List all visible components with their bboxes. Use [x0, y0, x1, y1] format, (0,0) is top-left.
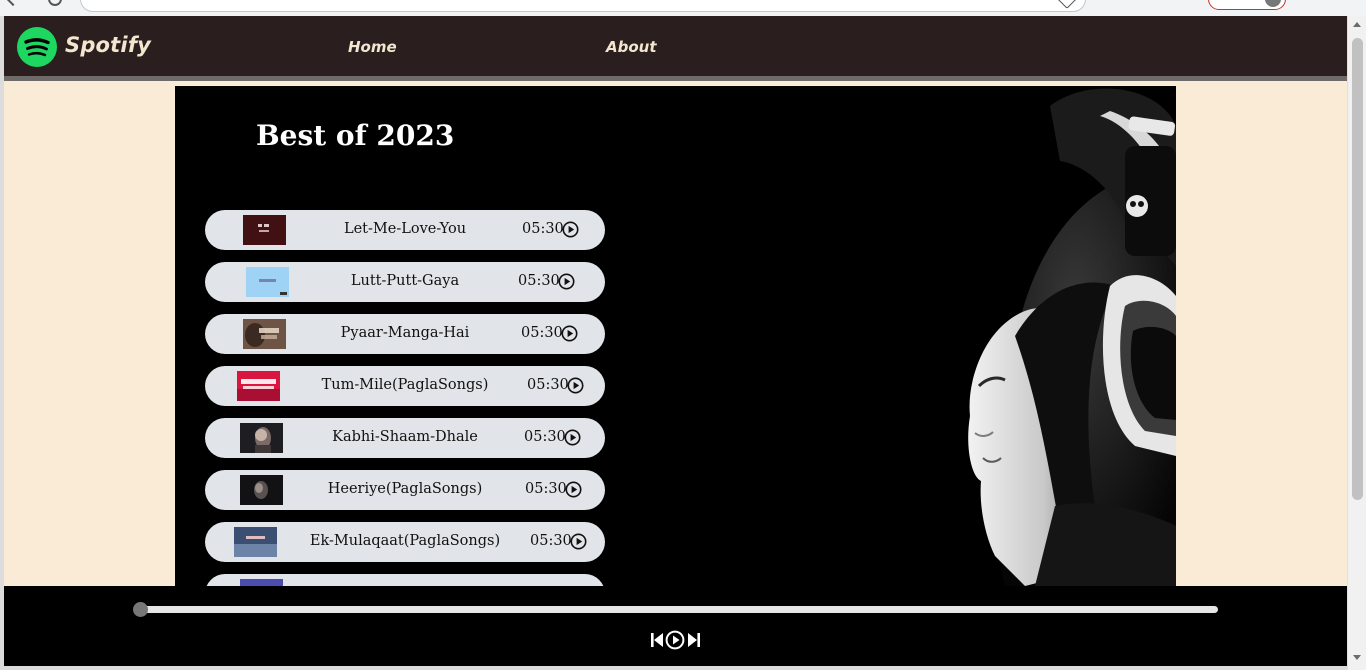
song-duration: 05:30	[530, 533, 572, 549]
song-duration: 05:30	[521, 325, 563, 341]
page-viewport: Spotify Home About Best of 2023 Let-Me-L…	[4, 16, 1347, 666]
song-list: Let-Me-Love-You 05:30 Lutt-Putt-Gaya 05:…	[205, 210, 605, 586]
play-circle-icon[interactable]	[562, 221, 579, 238]
scroll-up-arrow-icon[interactable]	[1353, 22, 1361, 27]
song-item[interactable]: Lutt-Putt-Gaya 05:30	[205, 262, 605, 302]
song-duration: 05:30	[522, 221, 564, 237]
song-item[interactable]: Pyaar-Manga-Hai 05:30	[205, 314, 605, 354]
play-circle-icon[interactable]	[567, 377, 584, 394]
play-pause-icon[interactable]	[665, 630, 685, 650]
avatar	[1265, 0, 1281, 7]
play-circle-icon[interactable]	[561, 325, 578, 342]
playlist-title: Best of 2023	[256, 119, 455, 152]
nav-link-about[interactable]: About	[606, 38, 657, 56]
vertical-scrollbar[interactable]	[1347, 16, 1366, 670]
back-icon[interactable]	[5, 0, 21, 7]
playlist-container: Best of 2023 Let-Me-Love-You 05:30 Lutt-…	[175, 86, 1176, 586]
song-item[interactable]: Let-Me-Love-You 05:30	[205, 210, 605, 250]
next-track-icon[interactable]	[687, 630, 701, 650]
song-item[interactable]: Ek-Mulaqaat(PaglaSongs) 05:30	[205, 522, 605, 562]
song-item-partial[interactable]	[205, 574, 605, 586]
song-item[interactable]: Tum-Mile(PaglaSongs) 05:30	[205, 366, 605, 406]
brand-name[interactable]: Spotify	[65, 33, 151, 57]
reload-icon[interactable]	[48, 0, 62, 6]
address-bar[interactable]	[80, 0, 1086, 12]
hero-image	[875, 86, 1176, 586]
song-cover-image	[240, 579, 283, 586]
play-circle-icon[interactable]	[564, 429, 581, 446]
play-circle-icon[interactable]	[558, 273, 575, 290]
song-duration: 05:30	[524, 429, 566, 445]
song-item[interactable]: Heeriye(PaglaSongs) 05:30	[205, 470, 605, 510]
play-circle-icon[interactable]	[565, 481, 582, 498]
profile-button[interactable]	[1208, 0, 1286, 10]
progress-bar[interactable]	[136, 606, 1218, 613]
browser-chrome	[0, 0, 1366, 16]
progress-knob[interactable]	[133, 602, 148, 617]
previous-track-icon[interactable]	[650, 630, 664, 650]
song-item[interactable]: Kabhi-Shaam-Dhale 05:30	[205, 418, 605, 458]
play-circle-icon[interactable]	[570, 533, 587, 550]
bottom-player	[4, 586, 1347, 666]
scroll-down-arrow-icon[interactable]	[1353, 655, 1361, 660]
nav-link-home[interactable]: Home	[348, 38, 397, 56]
song-duration: 05:30	[525, 481, 567, 497]
song-duration: 05:30	[527, 377, 569, 393]
scrollbar-thumb[interactable]	[1352, 38, 1363, 500]
spotify-logo-icon[interactable]	[17, 27, 57, 67]
navbar: Spotify Home About	[4, 16, 1347, 81]
song-duration: 05:30	[518, 273, 560, 289]
